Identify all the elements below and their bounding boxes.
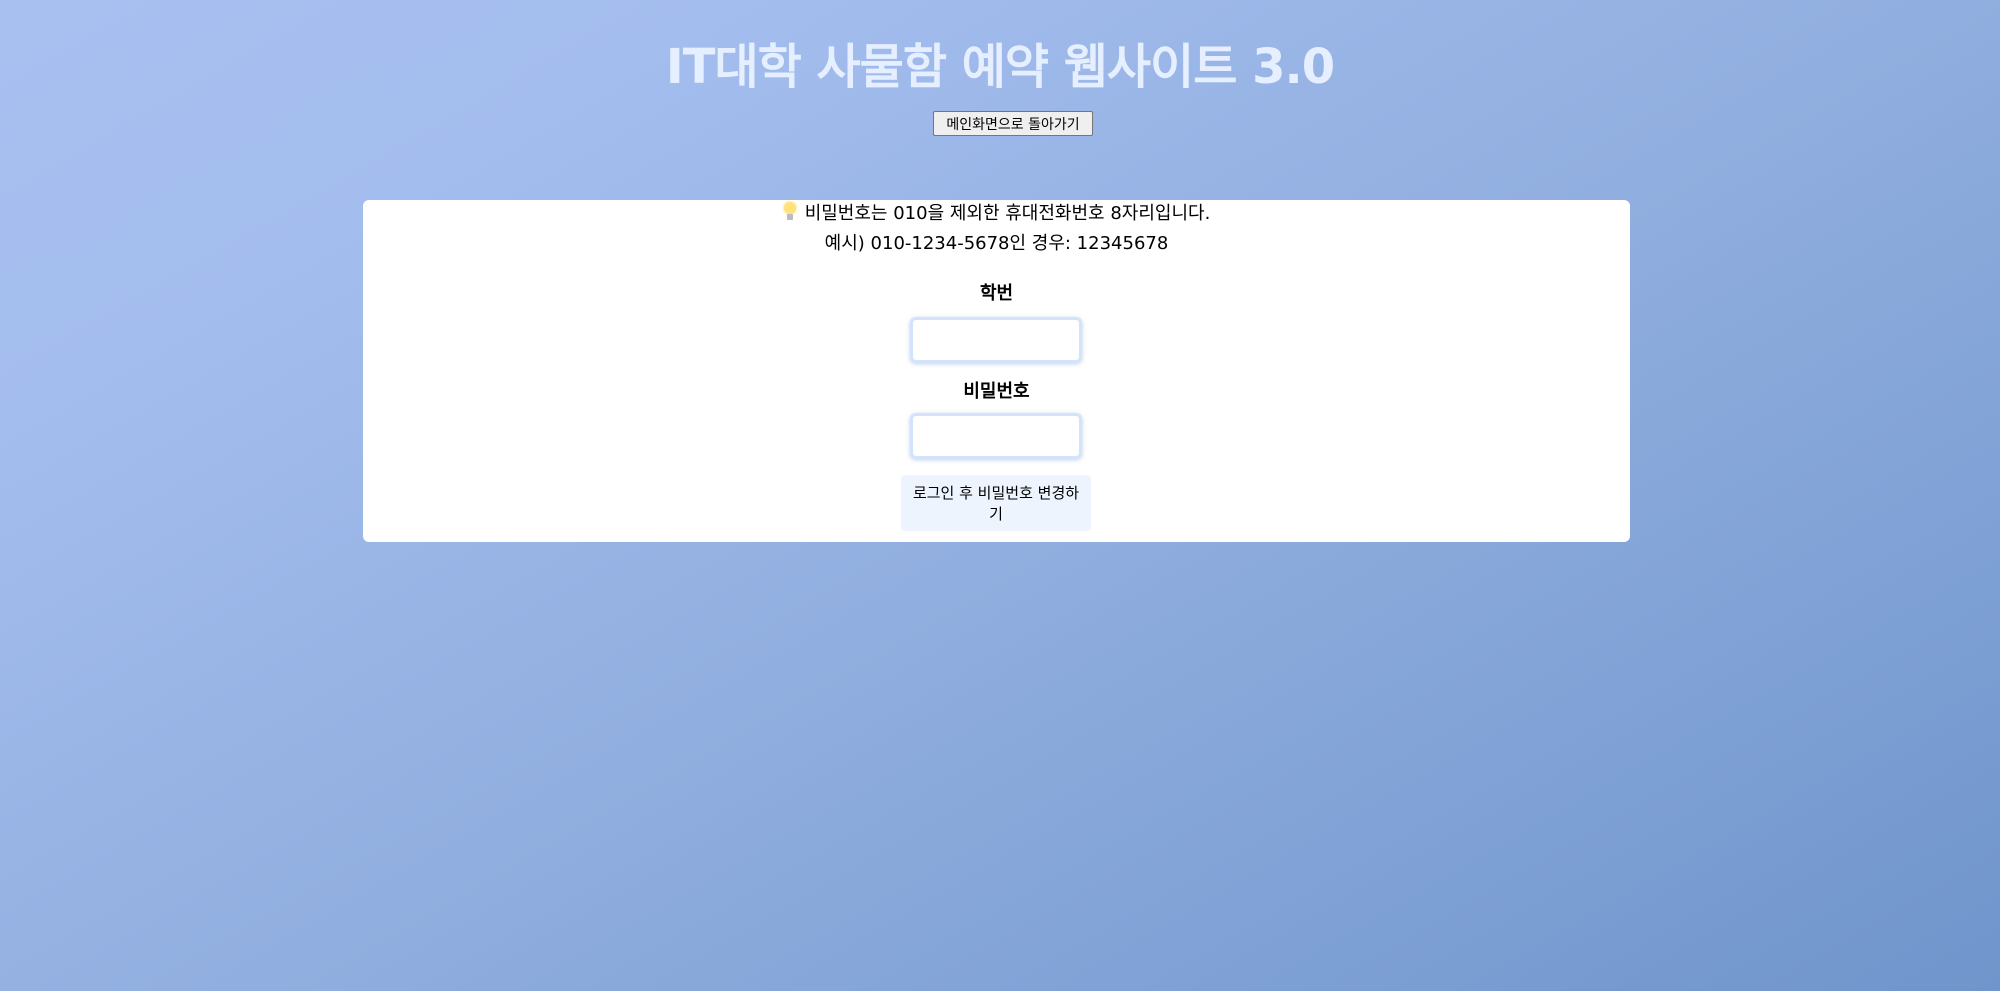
- page-title: IT대학 사물함 예약 웹사이트 3.0: [665, 39, 1335, 95]
- password-example: 예시) 010-1234-5678인 경우: 12345678: [824, 233, 1169, 254]
- password-label: 비밀번호: [963, 381, 1030, 402]
- password-hint: 비밀번호는 010을 제외한 휴대전화번호 8자리입니다.: [363, 200, 1630, 228]
- student-id-input[interactable]: [910, 317, 1082, 363]
- password-hint-text: 비밀번호는 010을 제외한 휴대전화번호 8자리입니다.: [804, 203, 1211, 224]
- lightbulb-icon: [783, 202, 797, 222]
- password-change-card: 비밀번호는 010을 제외한 휴대전화번호 8자리입니다. 예시) 010-12…: [363, 200, 1630, 542]
- back-to-main-button[interactable]: 메인화면으로 돌아가기: [933, 111, 1093, 136]
- login-change-password-button[interactable]: 로그인 후 비밀번호 변경하기: [901, 475, 1091, 531]
- student-id-label: 학번: [979, 283, 1014, 304]
- password-input[interactable]: [910, 413, 1082, 459]
